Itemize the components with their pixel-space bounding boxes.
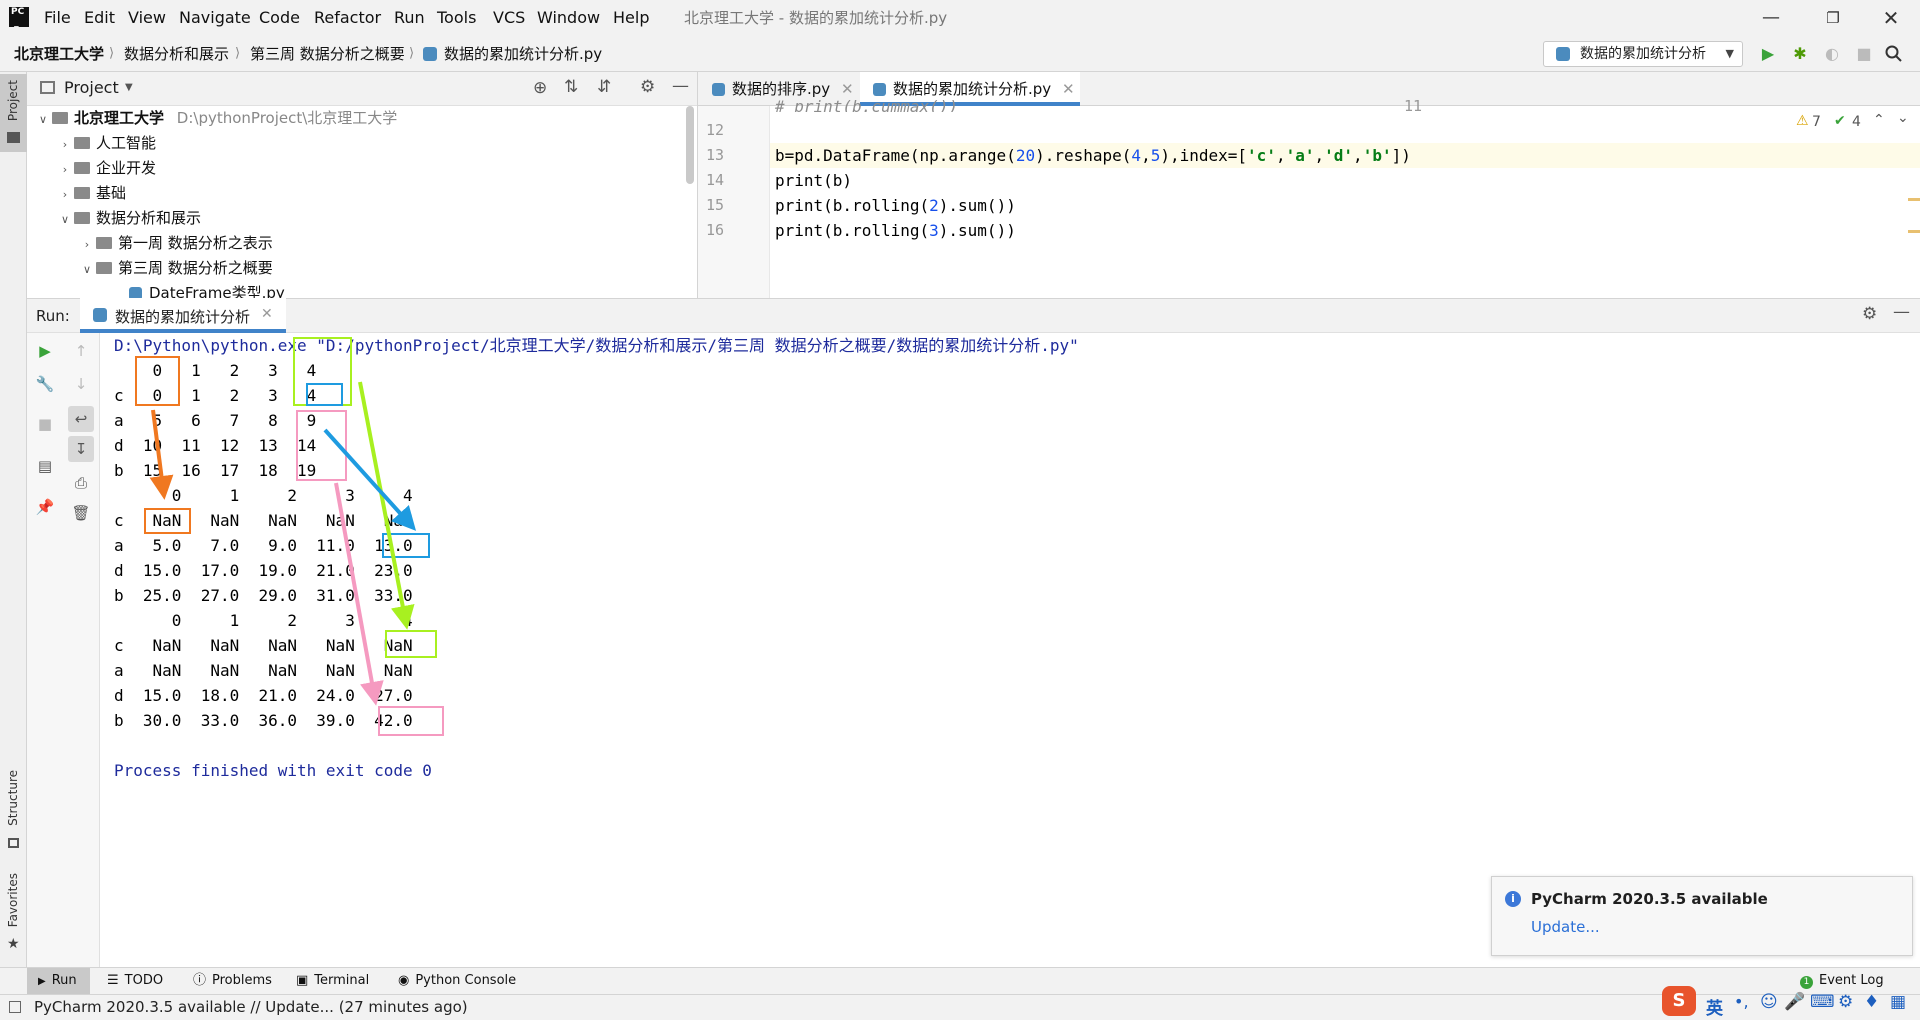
arrow-blue [323,428,417,531]
tool-label: Run [51,973,77,988]
punctuation-icon[interactable]: •, [1734,992,1749,1011]
tool-todo[interactable]: ☰ TODO [107,967,163,994]
ime-language[interactable]: 英 [1706,994,1723,1019]
tool-problems[interactable]: ⓘ Problems [193,967,272,994]
python-icon: ◉ [398,973,410,988]
arrow-orange [149,409,174,500]
notification-title: PyCharm 2020.3.5 available [1531,890,1768,908]
keyboard-icon[interactable]: ⌨ [1810,992,1835,1012]
update-link[interactable]: Update... [1531,918,1600,936]
microphone-icon[interactable]: 🎤 [1784,992,1805,1012]
tool-label: Problems [212,973,272,988]
tool-terminal[interactable]: ▣ Terminal [296,967,369,994]
status-message[interactable]: PyCharm 2020.3.5 available // Update... … [34,998,468,1016]
bottom-tool-bar [0,967,1920,994]
tool-label: Event Log [1819,973,1884,988]
problems-icon: ⓘ [193,973,207,988]
tool-label: Terminal [314,973,370,988]
terminal-icon: ▣ [296,973,309,988]
list-icon: ☰ [107,973,119,988]
tools-icon[interactable]: ⚙ [1838,992,1853,1012]
toggle-tool-windows-icon[interactable] [9,1001,21,1013]
arrow-pink [334,482,384,706]
tool-python-console[interactable]: ◉ Python Console [398,967,516,994]
update-notification[interactable] [1491,876,1913,956]
run-icon: ▶ [38,976,46,987]
emoji-icon[interactable]: ☺ [1760,992,1778,1012]
event-log-icon: 1 [1800,976,1813,989]
skin-icon[interactable]: ♦ [1864,992,1879,1012]
annotation-arrows [149,381,417,706]
tool-run[interactable]: ▶ Run [38,967,77,994]
tool-label: TODO [124,973,164,988]
tool-event-log[interactable]: 1 Event Log [1800,967,1884,994]
menu-grid-icon[interactable]: ▦ [1890,992,1906,1012]
arrow-green [358,381,415,630]
tool-label: Python Console [415,973,517,988]
info-icon: i [1505,891,1521,907]
sogou-ime-icon[interactable]: S [1662,986,1696,1016]
